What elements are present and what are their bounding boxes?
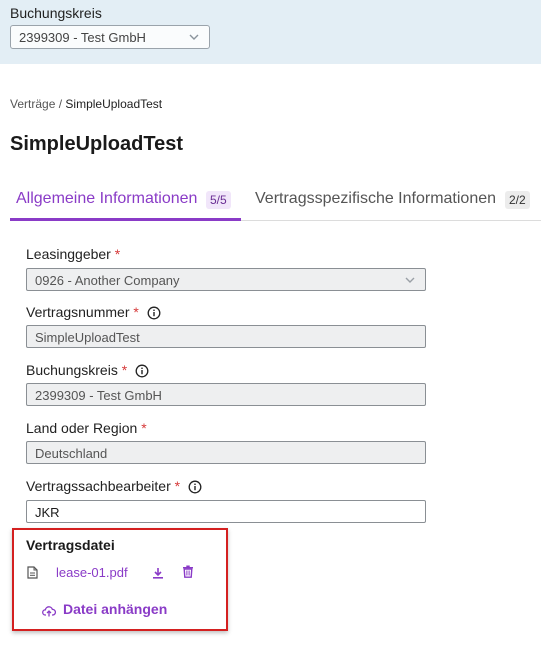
tab-contract-specific-information[interactable]: Vertragsspezifische Informationen 2/2	[255, 182, 541, 221]
country-region-label-text: Land oder Region	[26, 420, 138, 436]
attached-file-link[interactable]: lease-01.pdf	[56, 565, 128, 580]
tab-count-badge: 5/5	[206, 191, 231, 209]
required-marker: *	[121, 362, 128, 378]
tab-count-badge: 2/2	[505, 191, 530, 209]
country-region-field: Deutschland	[26, 441, 426, 464]
required-marker: *	[174, 478, 181, 494]
info-icon[interactable]	[135, 364, 149, 378]
attach-file-label: Datei anhängen	[63, 601, 168, 617]
info-icon[interactable]	[147, 306, 161, 320]
company-code-field-value: 2399309 - Test GmbH	[35, 388, 162, 403]
contract-handler-label: Vertragssachbearbeiter *	[26, 478, 202, 494]
country-region-label: Land oder Region *	[26, 420, 147, 436]
company-code-field-label-text: Buchungskreis	[26, 362, 118, 378]
company-code-bar: Buchungskreis 2399309 - Test GmbH	[0, 0, 541, 64]
company-code-field: 2399309 - Test GmbH	[26, 383, 426, 406]
info-icon[interactable]	[188, 480, 202, 494]
tab-label: Allgemeine Informationen	[16, 190, 198, 207]
company-code-select[interactable]: 2399309 - Test GmbH	[10, 25, 210, 49]
lessor-label: Leasinggeber *	[26, 246, 120, 262]
lessor-value: 0926 - Another Company	[35, 273, 180, 288]
tab-bar: Allgemeine Informationen 5/5 Vertragsspe…	[10, 182, 541, 221]
tab-label: Vertragsspezifische Informationen	[255, 190, 497, 207]
page-title: SimpleUploadTest	[10, 133, 183, 155]
company-code-value: 2399309 - Test GmbH	[19, 30, 146, 45]
trash-icon[interactable]	[182, 565, 194, 578]
contract-number-label-text: Vertragsnummer	[26, 304, 130, 320]
contract-number-field: SimpleUploadTest	[26, 325, 426, 348]
required-marker: *	[114, 246, 121, 262]
required-marker: *	[133, 304, 139, 320]
chevron-down-icon	[189, 33, 199, 41]
breadcrumb-separator: /	[58, 97, 63, 111]
contract-file-title: Vertragsdatei	[26, 537, 115, 553]
download-icon[interactable]	[152, 566, 164, 579]
contract-number-label: Vertragsnummer *	[26, 304, 161, 320]
cloud-upload-icon	[42, 604, 57, 617]
lessor-select[interactable]: 0926 - Another Company	[26, 268, 426, 291]
company-code-label: Buchungskreis	[10, 5, 102, 21]
contract-handler-input[interactable]: JKR	[26, 500, 426, 523]
breadcrumb: Verträge / SimpleUploadTest	[10, 97, 162, 111]
contract-handler-value: JKR	[35, 505, 60, 520]
chevron-down-icon	[405, 276, 415, 284]
tab-general-information[interactable]: Allgemeine Informationen 5/5	[10, 182, 241, 221]
file-icon	[27, 566, 38, 579]
contract-number-value: SimpleUploadTest	[35, 330, 140, 345]
required-marker: *	[141, 420, 147, 436]
breadcrumb-parent-link[interactable]: Verträge	[10, 97, 55, 111]
country-region-value: Deutschland	[35, 446, 108, 461]
company-code-field-label: Buchungskreis *	[26, 362, 149, 378]
contract-handler-label-text: Vertragssachbearbeiter	[26, 478, 171, 494]
breadcrumb-current: SimpleUploadTest	[65, 97, 163, 111]
lessor-label-text: Leasinggeber	[26, 246, 111, 262]
